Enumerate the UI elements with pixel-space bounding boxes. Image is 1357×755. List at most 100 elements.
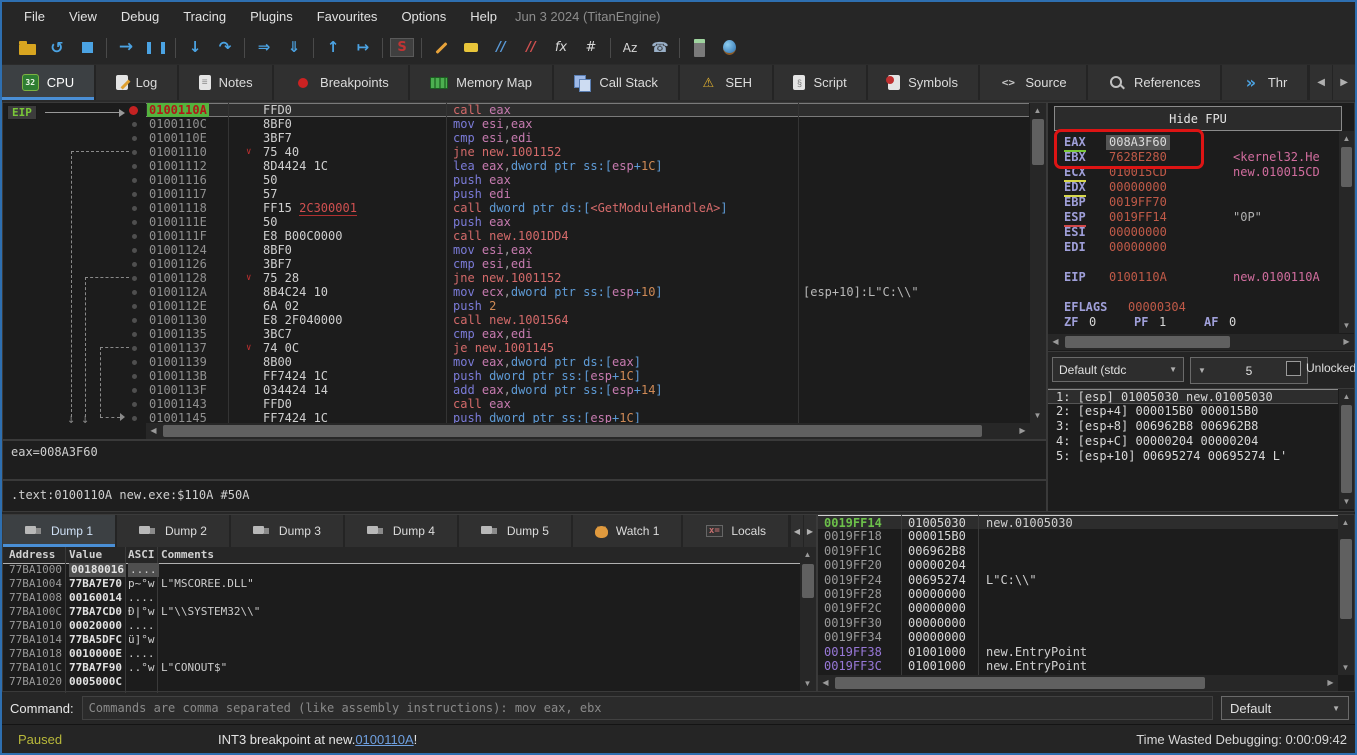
register-row-ebp[interactable]: EBP0019FF70 xyxy=(1048,195,1338,210)
dump-row[interactable]: 77BA100477BA7E70p~°wL"MSCOREE.DLL" xyxy=(3,577,800,591)
tab-seh[interactable]: SEH xyxy=(680,65,774,100)
disasm-row[interactable]: 0100112E6A 02push 2 xyxy=(3,299,1029,313)
dump-row[interactable]: 77BA10180010000E.... xyxy=(3,647,800,661)
scroll-thumb[interactable] xyxy=(802,564,814,598)
scroll-down-arrow[interactable]: ▼ xyxy=(1339,494,1354,509)
command-profile-dropdown[interactable]: Default ▼ xyxy=(1221,696,1349,720)
disasm-row[interactable]: 01001110∨75 40jne new.1001152 xyxy=(3,145,1029,159)
toolbar-stop-button[interactable] xyxy=(72,35,102,61)
dump-tab-dump-3[interactable]: Dump 3 xyxy=(231,515,345,547)
tab-cpu[interactable]: CPU xyxy=(2,65,96,100)
scroll-down-arrow[interactable]: ▼ xyxy=(1338,660,1353,675)
disasm-row[interactable]: 0100111757push edi xyxy=(3,187,1029,201)
toolbar-pause-button[interactable] xyxy=(141,35,171,61)
dump-tabs-scroll-left-button[interactable]: ◀ xyxy=(790,515,803,547)
toolbar-fx-button[interactable]: fx xyxy=(546,35,576,61)
tab-symbols[interactable]: Symbols xyxy=(868,65,979,100)
register-row-edx[interactable]: EDX00000000 xyxy=(1048,180,1338,195)
disasm-row[interactable]: 010011263BF7cmp esi,edi xyxy=(3,257,1029,271)
dump-vscrollbar[interactable]: ▲ ▼ xyxy=(800,547,816,691)
scroll-left-arrow[interactable]: ◀ xyxy=(146,423,161,438)
scroll-left-arrow[interactable]: ◀ xyxy=(818,675,833,690)
scroll-up-arrow[interactable]: ▲ xyxy=(1030,103,1045,118)
dump-column-header[interactable]: Comments xyxy=(161,548,214,561)
register-row-edi[interactable]: EDI00000000 xyxy=(1048,240,1338,255)
stack-hscrollbar[interactable]: ◀ ▶ xyxy=(818,675,1338,691)
toolbar-run-button[interactable]: → xyxy=(111,35,141,61)
tab-scroll-left-button[interactable]: ◀ xyxy=(1309,65,1332,100)
disasm-hscrollbar[interactable]: ◀ ▶ xyxy=(146,423,1030,439)
tab-log[interactable]: Log xyxy=(96,65,179,100)
dump-row[interactable]: 77BA101C77BA7F90..°wL"CONOUT$" xyxy=(3,661,800,675)
dump-tab-dump-2[interactable]: Dump 2 xyxy=(117,515,231,547)
toolbar-label-button[interactable]: Az xyxy=(615,35,645,61)
scroll-thumb[interactable] xyxy=(1340,539,1352,619)
disasm-row[interactable]: 01001137∨74 0Cje new.1001145 xyxy=(3,341,1029,355)
dump-tabs-scroll-right-button[interactable]: ▶ xyxy=(803,515,816,547)
flags-row[interactable]: ZF0PF1AF0 xyxy=(1048,315,1338,330)
stack-row[interactable]: 0019FF2C00000000 xyxy=(818,601,1338,615)
disasm-row[interactable]: 01001130E8 2F040000call new.1001564 xyxy=(3,313,1029,327)
tab-breakpoints[interactable]: Breakpoints xyxy=(274,65,410,100)
register-row-eflags[interactable]: EFLAGS00000304 xyxy=(1048,300,1338,315)
toolbar-highlight-blue-button[interactable]: // xyxy=(486,35,516,61)
disasm-row[interactable]: 0100113BFF7424 1Cpush dword ptr ss:[esp+… xyxy=(3,369,1029,383)
registers-vscrollbar[interactable]: ▲ ▼ xyxy=(1339,131,1354,333)
scroll-down-arrow[interactable]: ▼ xyxy=(1030,408,1045,423)
scroll-thumb[interactable] xyxy=(1065,336,1230,348)
registers-hscrollbar[interactable]: ◀ ▶ xyxy=(1048,334,1354,350)
menu-item-file[interactable]: File xyxy=(12,5,57,28)
disasm-row[interactable]: 0100112A8B4C24 10mov ecx,dword ptr ss:[e… xyxy=(3,285,1029,299)
dump-tab-dump-1[interactable]: Dump 1 xyxy=(3,515,117,547)
command-input[interactable] xyxy=(82,696,1213,720)
stack-row[interactable]: 0019FF1C006962B8 xyxy=(818,544,1338,558)
stack-row[interactable]: 0019FF2400695274L"C:\\" xyxy=(818,573,1338,587)
dump-column-header[interactable]: ASCI xyxy=(128,548,155,561)
toolbar-step-into-button[interactable]: ↓ xyxy=(180,35,210,61)
scroll-thumb[interactable] xyxy=(835,677,1205,689)
disasm-row[interactable]: 0100111FE8 B00C0000call new.1001DD4 xyxy=(3,229,1029,243)
calling-convention-dropdown[interactable]: Default (stdc ▼ xyxy=(1052,357,1184,382)
menu-item-options[interactable]: Options xyxy=(389,5,458,28)
dump-tab-dump-4[interactable]: Dump 4 xyxy=(345,515,459,547)
disasm-row[interactable]: 0100111650push eax xyxy=(3,173,1029,187)
stack-row[interactable]: 0019FF3400000000 xyxy=(818,630,1338,644)
dump-tab-dump-5[interactable]: Dump 5 xyxy=(459,515,573,547)
argument-row[interactable]: 1: [esp] 01005030 new.01005030 xyxy=(1048,389,1338,404)
stack-row[interactable]: 0019FF3801001000new.EntryPoint xyxy=(818,645,1338,659)
stack-row[interactable]: 0019FF1401005030new.01005030 xyxy=(818,515,1338,529)
scroll-right-arrow[interactable]: ▶ xyxy=(1339,334,1354,349)
scroll-thumb[interactable] xyxy=(1341,147,1352,187)
stack-row[interactable]: 0019FF3C01001000new.EntryPoint xyxy=(818,659,1338,673)
hide-fpu-button[interactable]: Hide FPU xyxy=(1054,106,1342,131)
toolbar-execute-till-return-button[interactable]: ↑ xyxy=(318,35,348,61)
disasm-row[interactable]: 0100110C8BF0mov esi,eax xyxy=(3,117,1029,131)
argument-row[interactable]: 4: [esp+C] 00000204 00000204 xyxy=(1048,434,1338,449)
disasm-row[interactable]: 01001128∨75 28jne new.1001152 xyxy=(3,271,1029,285)
arguments-vscrollbar[interactable]: ▲ ▼ xyxy=(1339,389,1354,509)
tab-memory-map[interactable]: Memory Map xyxy=(410,65,553,100)
menu-item-debug[interactable]: Debug xyxy=(109,5,171,28)
tab-call-stack[interactable]: Call Stack xyxy=(554,65,680,100)
dump-row[interactable]: 77BA10200005000C xyxy=(3,675,800,689)
dump-column-header[interactable]: Value xyxy=(69,548,102,561)
tab-scroll-right-button[interactable]: ▶ xyxy=(1332,65,1355,100)
disasm-row[interactable]: 01001118FF15 2C300001call dword ptr ds:[… xyxy=(3,201,1029,215)
argument-row[interactable]: 2: [esp+4] 000015B0 000015B0 xyxy=(1048,404,1338,419)
scroll-thumb[interactable] xyxy=(1032,119,1044,165)
scroll-down-arrow[interactable]: ▼ xyxy=(1339,318,1354,333)
scroll-left-arrow[interactable]: ◀ xyxy=(1048,334,1063,349)
disasm-row[interactable]: 0100113F034424 14add eax,dword ptr ss:[e… xyxy=(3,383,1029,397)
stack-row[interactable]: 0019FF2800000000 xyxy=(818,587,1338,601)
scroll-right-arrow[interactable]: ▶ xyxy=(1323,675,1338,690)
register-row-esp[interactable]: ESP0019FF14"0P" xyxy=(1048,210,1338,225)
toolbar-calculator-button[interactable] xyxy=(684,35,714,61)
scroll-up-arrow[interactable]: ▲ xyxy=(1339,389,1354,404)
dump-column-header[interactable]: Address xyxy=(9,548,55,561)
stack-vscrollbar[interactable]: ▲ ▼ xyxy=(1338,515,1354,675)
toolbar-assemble-pencil-button[interactable] xyxy=(426,35,456,61)
disasm-row[interactable]: 0100110E3BF7cmp esi,edi xyxy=(3,131,1029,145)
toolbar-trace-into-button[interactable]: ⇓ xyxy=(279,35,309,61)
toolbar-comments-button[interactable] xyxy=(456,35,486,61)
spinner-down-icon[interactable]: ▼ xyxy=(1191,366,1213,375)
